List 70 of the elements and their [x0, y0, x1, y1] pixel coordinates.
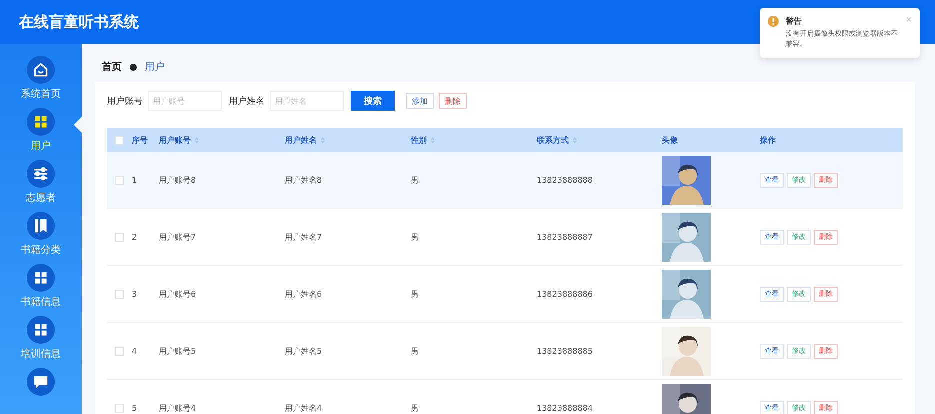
checkbox[interactable] — [115, 232, 124, 242]
add-button[interactable]: 添加 — [406, 93, 434, 109]
search-button[interactable]: 搜索 — [351, 91, 395, 111]
chat-icon — [27, 368, 55, 396]
field-label: 用户姓名 — [229, 96, 265, 108]
delete-button[interactable]: 删除 — [439, 93, 467, 109]
table-cell: 4 — [132, 346, 138, 356]
sidebar-label: 用户 — [31, 140, 51, 153]
breadcrumb-link[interactable]: 首页 — [102, 60, 122, 74]
column-header[interactable]: 操作 — [760, 134, 900, 146]
table-cell: 用户姓名8 — [285, 174, 322, 186]
table-cell: 用户账号4 — [159, 402, 196, 414]
table-cell: 13823888884 — [537, 404, 593, 412]
table-cell: 男 — [411, 402, 419, 414]
table-cell: 13823888886 — [537, 290, 593, 298]
table-cell: 用户账号6 — [159, 288, 196, 300]
input-field[interactable]: 用户姓名 — [270, 91, 344, 111]
home-icon — [27, 56, 55, 84]
sidebar-item[interactable]: 系统首页 — [0, 56, 82, 102]
table-cell: 用户姓名4 — [285, 402, 322, 414]
table-cell: 13823888885 — [537, 346, 593, 356]
warning-icon — [768, 16, 779, 27]
sidebar-item[interactable]: 书籍信息 — [0, 264, 82, 310]
checkbox[interactable] — [115, 290, 124, 298]
table-cell: 男 — [411, 232, 419, 242]
table-cell: 用户账号7 — [159, 232, 196, 242]
sidebar-label: 系统首页 — [21, 88, 61, 101]
notification-title: 警告 — [786, 16, 803, 27]
table-cell: 男 — [411, 174, 419, 186]
column-header[interactable]: 用户姓名 — [285, 134, 411, 146]
checkbox[interactable] — [115, 176, 124, 184]
checkbox[interactable] — [115, 346, 124, 356]
table-cell: 2 — [132, 232, 138, 242]
separator-icon — [130, 64, 137, 70]
sidebar-item[interactable]: 用户 — [0, 108, 82, 154]
app-title: 在线盲童听书系统 — [19, 12, 139, 32]
table-cell: 用户账号8 — [159, 174, 196, 186]
grid-icon — [27, 316, 55, 344]
table-cell: 男 — [411, 346, 419, 356]
sidebar-item[interactable]: 志愿者 — [0, 160, 82, 206]
table-cell: 13823888888 — [537, 176, 593, 184]
checkbox[interactable] — [115, 404, 124, 412]
table-cell: 5 — [132, 404, 138, 412]
table-cell: 用户姓名5 — [285, 346, 322, 356]
sidebar-label: 志愿者 — [26, 192, 56, 205]
grid-icon — [27, 264, 55, 292]
field-label: 用户账号 — [107, 96, 143, 108]
sidebar-item[interactable]: 培训信息 — [0, 316, 82, 362]
table-cell: 男 — [411, 288, 419, 300]
table-cell: 用户姓名6 — [285, 288, 322, 300]
table-cell: 1 — [132, 176, 138, 184]
sidebar-label: 培训信息 — [21, 348, 61, 361]
input-field[interactable]: 用户账号 — [148, 91, 222, 111]
table-cell: 13823888887 — [537, 232, 593, 242]
column-header[interactable]: 头像 — [662, 134, 760, 146]
table-cell: 用户账号5 — [159, 346, 196, 356]
sidebar-label: 书籍分类 — [21, 244, 61, 257]
column-header[interactable]: 性别 — [411, 134, 537, 146]
column-header[interactable]: 用户账号 — [159, 134, 285, 146]
checkbox[interactable] — [115, 136, 124, 144]
book-icon — [27, 212, 55, 240]
table-cell: 用户姓名7 — [285, 232, 322, 242]
sliders-icon — [27, 160, 55, 188]
breadcrumb-current: 用户 — [145, 60, 165, 74]
table-cell: 3 — [132, 290, 138, 298]
column-header[interactable]: 序号 — [132, 134, 159, 146]
column-header[interactable]: 联系方式 — [537, 134, 662, 146]
grid-icon — [27, 108, 55, 136]
sidebar-item[interactable]: 书籍分类 — [0, 212, 82, 258]
sidebar-label: 书籍信息 — [21, 296, 61, 309]
